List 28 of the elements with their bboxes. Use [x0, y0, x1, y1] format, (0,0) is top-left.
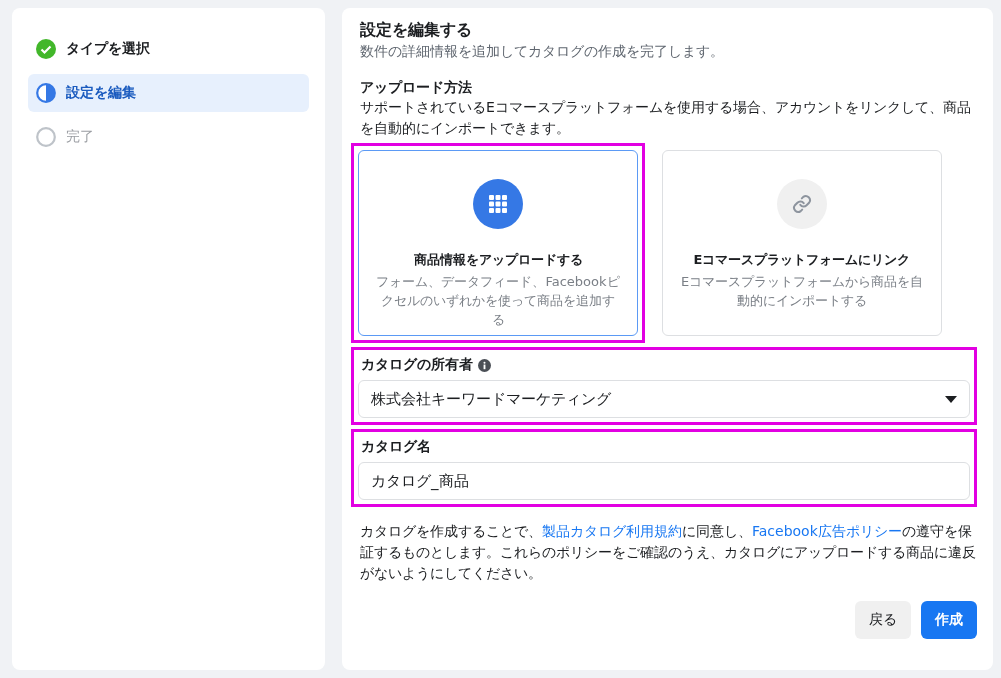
dropdown-caret-icon [945, 395, 957, 403]
owner-dropdown[interactable]: 株式会社キーワードマーケティング [358, 380, 970, 418]
half-circle-icon [36, 83, 56, 103]
create-button[interactable]: 作成 [921, 601, 977, 639]
upload-option-card[interactable]: 商品情報をアップロードする フォーム、データフィード、Facebookピクセルのいずれかを使って商品を追加する [358, 150, 638, 336]
option-description: フォーム、データフィード、Facebookピクセルのいずれかを使って商品を追加する [375, 273, 621, 329]
option-title: Eコマースプラットフォームにリンク [693, 251, 911, 269]
section-title: アップロード方法 [360, 79, 473, 97]
section-description: サポートされているEコマースプラットフォームを使用する場合、アカウントをリンクして、商品を自動的にインポートできます。 [360, 98, 972, 138]
policy-link[interactable]: Facebook広告ポリシー [752, 523, 902, 539]
panel-title: 設定を編集する [360, 20, 473, 41]
option-description: Eコマースプラットフォームから商品を自動的にインポートする [679, 273, 925, 310]
option-title: 商品情報をアップロードする [413, 251, 583, 269]
check-circle-icon [36, 39, 56, 59]
link-icon [792, 194, 812, 214]
policy-link[interactable]: 製品カタログ利用規約 [542, 523, 682, 539]
grid-icon [489, 195, 507, 213]
upload-option-card[interactable]: Eコマースプラットフォームにリンク Eコマースプラットフォームから商品を自動的にインポートする [662, 150, 942, 336]
step-item[interactable]: 設定を編集 [28, 74, 309, 112]
info-icon [478, 358, 491, 372]
step-item[interactable]: タイプを選択 [28, 30, 309, 68]
field-label: カタログの所有者 [361, 356, 473, 374]
empty-circle-icon [36, 127, 56, 147]
back-button[interactable]: 戻る [855, 601, 911, 639]
catalog-name-field[interactable]: カタログ_商品 [358, 462, 970, 500]
terms-paragraph: カタログを作成することで、製品カタログ利用規約に同意し、Facebook広告ポリシーの遵守を保証するものとします。これらのポリシーをご確認のうえ、カタログにアップロードする商品に違反がないようにしてください。 [360, 522, 977, 583]
panel-subtitle: 数件の詳細情報を追加してカタログの作成を完了します。 [360, 43, 725, 61]
field-label: カタログ名 [361, 438, 431, 456]
